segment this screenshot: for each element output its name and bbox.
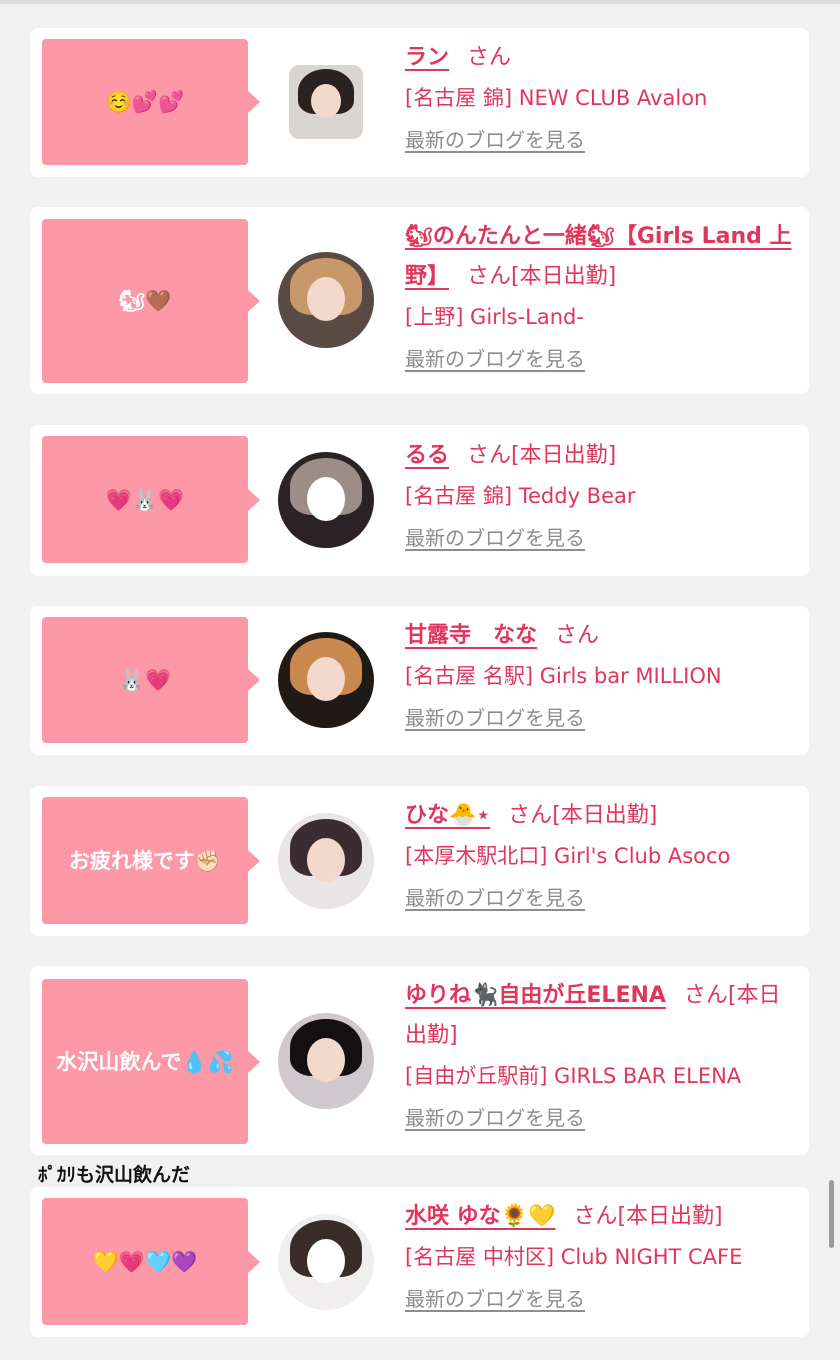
cast-name-link[interactable]: るる <box>405 443 449 468</box>
attendance-status: [本日出勤] <box>511 264 617 289</box>
latest-blog-link[interactable]: 最新のブログを見る <box>405 343 585 372</box>
blog-card: 🐰💗 甘露寺 なな さん [名古屋 名駅] Girls bar MILLION 最… <box>30 606 809 755</box>
honorific: さん <box>573 1204 618 1229</box>
blog-card: 🐿🤎 🐿のんたんと一緒🐿【Girls Land 上野】 さん[本日出勤] [上野]… <box>30 207 809 394</box>
attendance-status: [本日出勤] <box>552 803 658 828</box>
latest-blog-link[interactable]: 最新のブログを見る <box>405 124 585 153</box>
honorific: さん <box>467 264 512 289</box>
latest-blog-link[interactable]: 最新のブログを見る <box>405 1283 585 1312</box>
blog-card: 💛💗🩵💜 水咲 ゆな🌻💛 さん[本日出勤] [名古屋 中村区] Club NIGH… <box>30 1187 809 1337</box>
avatar[interactable] <box>278 1013 374 1109</box>
avatar[interactable] <box>278 632 374 728</box>
latest-blog-link[interactable]: 最新のブログを見る <box>405 702 585 731</box>
shop-label: [名古屋 中村区] Club NIGHT CAFE <box>405 1245 743 1269</box>
avatar[interactable] <box>289 65 363 139</box>
honorific: さん <box>683 983 728 1008</box>
shop-label: [本厚木駅北口] Girl's Club Asoco <box>405 844 731 868</box>
comment-bubble[interactable]: お疲れ様です✊🏻 <box>42 797 260 924</box>
attendance-status: [本日出勤] <box>617 1204 723 1229</box>
cast-name-link[interactable]: ひな🐣⋆ <box>405 803 490 828</box>
comment-bubble[interactable]: 🐿🤎 <box>42 219 260 383</box>
vertical-scrollbar[interactable] <box>829 1180 834 1248</box>
honorific: さん <box>467 45 512 70</box>
shop-label: [上野] Girls-Land- <box>405 305 584 329</box>
comment-bubble[interactable]: 💗🐰💗 <box>42 436 260 563</box>
comment-bubble[interactable]: 🐰💗 <box>42 617 260 743</box>
comment-bubble[interactable]: 水沢山飲んで💧💦 <box>42 979 260 1144</box>
blog-card: 水沢山飲んで💧💦 ゆりね🐈‍⬛自由が丘ELENA さん[本日出勤] [自由が丘駅前… <box>30 966 809 1155</box>
comment-bubble[interactable]: ☺️💕💕 <box>42 39 260 165</box>
shop-label: [名古屋 錦] NEW CLUB Avalon <box>405 86 708 110</box>
comment-bubble[interactable]: 💛💗🩵💜 <box>42 1198 260 1325</box>
cast-name-link[interactable]: 甘露寺 なな <box>405 623 537 648</box>
blog-card: 💗🐰💗 るる さん[本日出勤] [名古屋 錦] Teddy Bear 最新のブログ… <box>30 425 809 576</box>
blog-card: お疲れ様です✊🏻 ひな🐣⋆ さん[本日出勤] [本厚木駅北口] Girl's Cl… <box>30 786 809 936</box>
latest-blog-link[interactable]: 最新のブログを見る <box>405 522 585 551</box>
avatar[interactable] <box>278 252 374 348</box>
avatar[interactable] <box>278 813 374 909</box>
honorific: さん <box>555 623 600 648</box>
shop-label: [名古屋 名駅] Girls bar MILLION <box>405 664 722 688</box>
attendance-status: [本日出勤] <box>511 443 617 468</box>
cast-name-link[interactable]: 水咲 ゆな🌻💛 <box>405 1204 555 1229</box>
overflow-comment-text: ﾎﾟｶﾘも沢山飲んだ <box>38 1164 191 1186</box>
latest-blog-link[interactable]: 最新のブログを見る <box>405 1102 585 1131</box>
top-divider <box>0 0 840 4</box>
avatar[interactable] <box>278 452 374 548</box>
shop-label: [自由が丘駅前] GIRLS BAR ELENA <box>405 1064 742 1088</box>
latest-blog-link[interactable]: 最新のブログを見る <box>405 882 585 911</box>
honorific: さん <box>508 803 553 828</box>
honorific: さん <box>467 443 512 468</box>
blog-card: ☺️💕💕 ラン さん [名古屋 錦] NEW CLUB Avalon 最新のブログ… <box>30 28 809 177</box>
cast-name-link[interactable]: ゆりね🐈‍⬛自由が丘ELENA <box>405 983 666 1008</box>
cast-name-link[interactable]: ラン <box>405 45 449 70</box>
shop-label: [名古屋 錦] Teddy Bear <box>405 484 636 508</box>
avatar[interactable] <box>278 1214 374 1310</box>
